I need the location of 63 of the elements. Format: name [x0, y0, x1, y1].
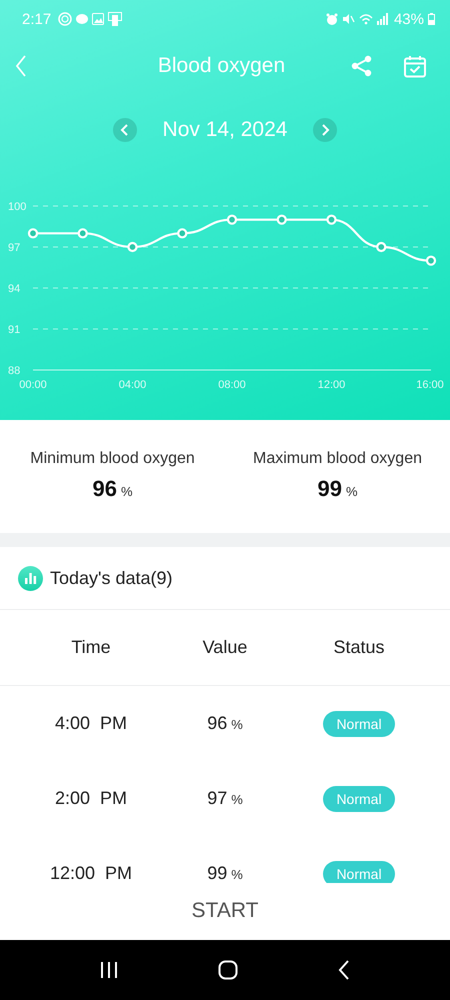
column-header: Time — [70, 637, 112, 658]
value-cell: 97 — [207, 788, 228, 808]
share-icon[interactable] — [351, 55, 372, 77]
stat-value: 99 — [317, 476, 342, 501]
data-point — [127, 242, 138, 252]
unit-label: % — [231, 717, 243, 732]
data-point — [326, 214, 337, 225]
status-badge: Normal — [323, 860, 395, 883]
next-day-button[interactable] — [313, 118, 338, 142]
data-point — [426, 256, 436, 266]
data-point — [376, 242, 386, 252]
recent-apps-icon[interactable] — [100, 961, 118, 979]
wifi-icon — [358, 13, 373, 25]
screen-title: Blood oxygen — [156, 54, 286, 78]
y-tick-label: 88 — [8, 365, 20, 377]
value-cell: 96 — [207, 713, 228, 733]
fingerprint-icon — [58, 12, 72, 26]
y-tick-label: 91 — [8, 324, 20, 336]
calendar-icon[interactable] — [404, 54, 426, 78]
alarm-icon — [326, 13, 338, 25]
chat-icon — [76, 13, 88, 25]
home-icon[interactable] — [218, 960, 238, 980]
data-point — [226, 214, 238, 225]
image-icon — [92, 13, 104, 25]
time-cell-text: 4:00 PM — [54, 713, 128, 734]
battery-level: 43% — [394, 10, 424, 28]
date-label: Nov 14, 2024 — [162, 118, 288, 142]
data-point — [177, 228, 188, 238]
back-nav-icon[interactable] — [338, 960, 350, 980]
section-title: Today's data(9) — [50, 568, 173, 588]
signal-icon — [376, 13, 388, 25]
column-header: Value — [202, 637, 248, 658]
x-tick-label: 00:00 — [19, 379, 47, 391]
unit-label: % — [231, 867, 243, 882]
unit-label: % — [231, 792, 243, 807]
status-time: 2:17 — [22, 10, 52, 28]
status-badge: Normal — [323, 786, 395, 812]
data-point — [78, 228, 88, 238]
unit-label: % — [346, 484, 358, 499]
time-cell-text: 2:00 PM — [54, 788, 128, 809]
x-tick-label: 16:00 — [416, 379, 444, 391]
previous-day-button[interactable] — [112, 118, 137, 142]
stat-label: Minimum blood oxygen — [30, 450, 195, 468]
value-cell: 99 — [207, 863, 228, 883]
x-tick-label: 12:00 — [318, 379, 346, 391]
y-tick-label: 94 — [8, 283, 20, 295]
unit-label: % — [120, 484, 133, 499]
bar-chart-icon — [18, 566, 43, 590]
x-tick-label: 04:00 — [118, 379, 146, 391]
back-icon[interactable] — [14, 54, 28, 78]
battery-icon — [428, 13, 435, 25]
data-point — [276, 214, 287, 225]
mute-icon — [342, 13, 355, 25]
cast-icon — [108, 12, 122, 26]
status-badge: Normal — [323, 710, 395, 736]
stat-label: Maximum blood oxygen — [253, 450, 422, 468]
stat-value: 96 — [92, 476, 117, 501]
x-tick-label: 08:00 — [218, 379, 246, 391]
data-point — [28, 228, 38, 238]
y-tick-label: 100 — [8, 201, 26, 213]
time-cell-text: 12:00 PM — [48, 863, 134, 883]
column-header: Status — [332, 637, 386, 658]
y-tick-label: 97 — [8, 242, 20, 254]
